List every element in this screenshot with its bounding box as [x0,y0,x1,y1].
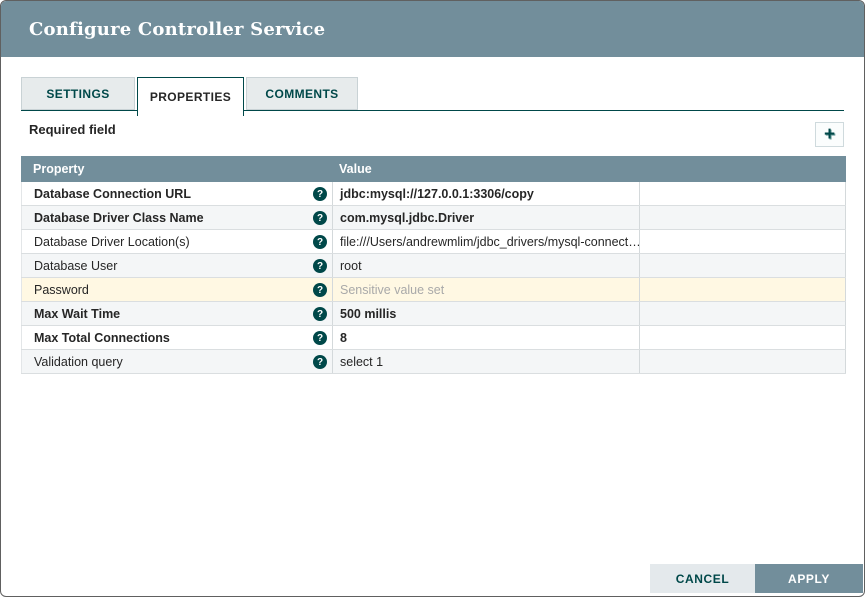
cancel-button[interactable]: CANCEL [650,564,755,593]
help-icon[interactable]: ? [313,259,327,273]
properties-table-body: Database Connection URL ? jdbc:mysql://1… [21,182,846,374]
property-value: com.mysql.jdbc.Driver [340,211,474,225]
property-name-cell: Database Driver Class Name ? [21,206,332,229]
table-row: Password ? Sensitive value set [21,278,846,302]
properties-table: Property Value Database Connection URL ?… [21,156,846,374]
property-name: Database Driver Location(s) [34,235,190,249]
property-extra-cell [639,254,846,277]
dialog-footer: CANCEL APPLY [650,564,863,593]
column-header-property: Property [21,162,332,176]
property-name: Max Total Connections [34,331,170,345]
tab-bar: SETTINGS PROPERTIES COMMENTS [21,78,844,111]
property-name: Database Connection URL [34,187,191,201]
property-name: Password [34,283,89,297]
add-property-button[interactable]: + [815,122,844,147]
properties-toolbar: Required field + [21,111,844,156]
table-row: Database Driver Class Name ? com.mysql.j… [21,206,846,230]
dialog-content: SETTINGS PROPERTIES COMMENTS Required fi… [1,78,864,374]
property-name-cell: Password ? [21,278,332,301]
plus-icon: + [824,125,835,144]
property-name-cell: Validation query ? [21,350,332,373]
property-value-cell[interactable]: com.mysql.jdbc.Driver [332,206,639,229]
table-row: Database Connection URL ? jdbc:mysql://1… [21,182,846,206]
tab-settings[interactable]: SETTINGS [21,77,135,110]
property-value-cell[interactable]: 8 [332,326,639,349]
property-name-cell: Database Driver Location(s) ? [21,230,332,253]
dialog-titlebar: Configure Controller Service [1,1,864,57]
table-row: Max Wait Time ? 500 millis [21,302,846,326]
table-row: Database Driver Location(s) ? file:///Us… [21,230,846,254]
help-icon[interactable]: ? [313,283,327,297]
property-name: Max Wait Time [34,307,120,321]
table-row: Validation query ? select 1 [21,350,846,374]
property-extra-cell [639,302,846,325]
property-value: Sensitive value set [340,283,444,297]
property-value-cell[interactable]: 500 millis [332,302,639,325]
property-name-cell: Max Wait Time ? [21,302,332,325]
help-icon[interactable]: ? [313,355,327,369]
property-value: select 1 [340,355,383,369]
property-name: Database User [34,259,117,273]
property-value-cell[interactable]: file:///Users/andrewmlim/jdbc_drivers/my… [332,230,639,253]
help-icon[interactable]: ? [313,187,327,201]
dialog-title: Configure Controller Service [29,19,325,40]
table-row: Database User ? root [21,254,846,278]
property-value: 8 [340,331,347,345]
configure-controller-service-dialog: Configure Controller Service SETTINGS PR… [0,0,865,597]
help-icon[interactable]: ? [313,211,327,225]
property-extra-cell [639,278,846,301]
table-row: Max Total Connections ? 8 [21,326,846,350]
tab-comments-label: COMMENTS [265,87,338,101]
property-value-cell[interactable]: root [332,254,639,277]
property-value: file:///Users/andrewmlim/jdbc_drivers/my… [340,235,639,249]
property-name-cell: Max Total Connections ? [21,326,332,349]
help-icon[interactable]: ? [313,307,327,321]
tab-properties-label: PROPERTIES [150,90,231,104]
property-extra-cell [639,182,846,205]
property-name: Database Driver Class Name [34,211,204,225]
property-value: jdbc:mysql://127.0.0.1:3306/copy [340,187,534,201]
apply-button[interactable]: APPLY [755,564,863,593]
property-extra-cell [639,206,846,229]
required-field-label: Required field [29,122,116,137]
tab-comments[interactable]: COMMENTS [246,77,358,110]
property-value-cell[interactable]: jdbc:mysql://127.0.0.1:3306/copy [332,182,639,205]
property-extra-cell [639,326,846,349]
tab-properties[interactable]: PROPERTIES [137,77,244,116]
cancel-button-label: CANCEL [676,572,730,586]
property-name-cell: Database User ? [21,254,332,277]
property-value: 500 millis [340,307,396,321]
help-icon[interactable]: ? [313,235,327,249]
property-extra-cell [639,350,846,373]
tab-settings-label: SETTINGS [46,87,109,101]
property-value-cell[interactable]: select 1 [332,350,639,373]
properties-table-header: Property Value [21,156,846,182]
property-value-cell[interactable]: Sensitive value set [332,278,639,301]
help-icon[interactable]: ? [313,331,327,345]
property-extra-cell [639,230,846,253]
column-header-value: Value [332,162,639,176]
property-name-cell: Database Connection URL ? [21,182,332,205]
property-name: Validation query [34,355,123,369]
property-value: root [340,259,362,273]
apply-button-label: APPLY [788,572,830,586]
